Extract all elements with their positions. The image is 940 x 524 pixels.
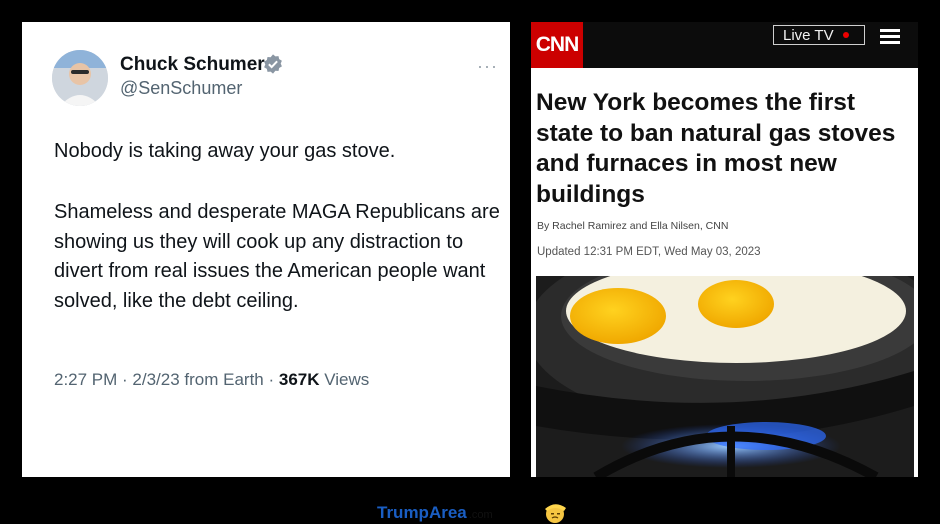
site-watermark: TrumpArea .com (377, 503, 493, 523)
live-tv-label: Live TV (783, 26, 834, 44)
article-headline: New York becomes the first state to ban … (536, 89, 896, 208)
verified-badge-icon (264, 54, 282, 74)
author-handle[interactable]: @SenSchumer (120, 78, 242, 99)
tweet-card: Chuck Schumer @SenSchumer ··· Nobody is … (22, 22, 510, 477)
tweet-metadata: 2:27 PM · 2/3/23 from Earth · 367K Views (54, 370, 369, 390)
author-name[interactable]: Chuck Schumer (120, 54, 265, 76)
brand-trump: Trump (377, 503, 429, 522)
article-photo (536, 276, 914, 477)
brand-com: .com (468, 509, 493, 521)
brand-area: Area (428, 503, 467, 522)
views-count: 367K (278, 370, 320, 389)
avatar[interactable] (52, 50, 108, 106)
live-dot-icon (842, 32, 849, 38)
article-byline: By Rachel Ramirez and Ella Nilsen, CNN (537, 220, 729, 232)
article-updated: Updated 12:31 PM EDT, Wed May 03, 2023 (537, 246, 761, 258)
live-tv-button[interactable]: Live TV (773, 25, 865, 45)
cnn-logo[interactable]: CNN (531, 22, 583, 68)
tweet-text-line: Nobody is taking away your gas stove. (54, 140, 396, 162)
more-options-icon[interactable]: ··· (477, 56, 498, 77)
hamburger-menu-icon[interactable] (880, 29, 900, 44)
tweet-timestamp[interactable]: 2:27 PM · 2/3/23 from Earth · (54, 370, 279, 389)
brand-name: TrumpArea .com (377, 503, 493, 522)
tweet-text-paragraph: Shameless and desperate MAGA Republicans… (54, 201, 500, 312)
cnn-article: CNN Live TV New York becomes the first s… (531, 22, 918, 477)
trump-face-logo-icon (545, 504, 566, 523)
views-label: Views (319, 370, 370, 389)
